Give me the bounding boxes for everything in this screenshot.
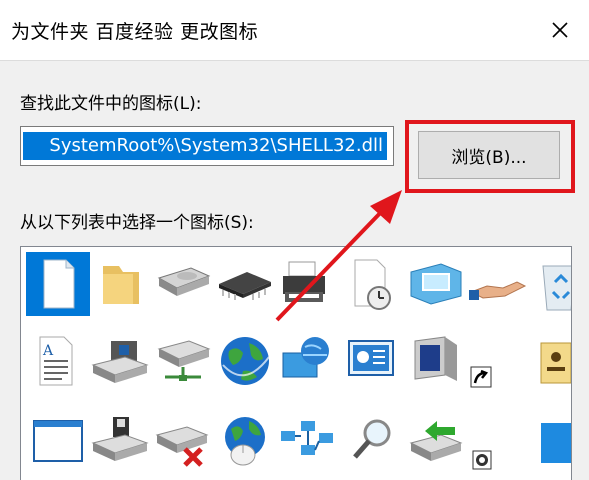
hand-share-icon[interactable] bbox=[467, 252, 531, 316]
monitor-moon-icon[interactable] bbox=[405, 329, 469, 393]
printer-icon[interactable] bbox=[275, 252, 339, 316]
shortcut-arrow-icon[interactable] bbox=[467, 329, 531, 393]
text-document-icon[interactable]: A bbox=[26, 329, 90, 393]
floppy-save-icon[interactable] bbox=[89, 409, 153, 473]
document-clock-icon[interactable] bbox=[341, 252, 405, 316]
window-icon[interactable] bbox=[26, 409, 90, 473]
blue-square-icon[interactable] bbox=[529, 409, 571, 473]
computer-drive-icon[interactable] bbox=[89, 329, 153, 393]
window-title: 为文件夹 百度经验 更改图标 bbox=[11, 21, 259, 43]
presentation-icon[interactable] bbox=[341, 329, 405, 393]
icon-list[interactable]: A bbox=[20, 246, 572, 480]
path-label: 查找此文件中的图标(L): bbox=[20, 94, 202, 114]
magnifier-icon[interactable] bbox=[341, 409, 405, 473]
control-panel-icon[interactable] bbox=[405, 252, 469, 316]
hard-drive-icon[interactable] bbox=[151, 252, 215, 316]
drive-delete-icon[interactable] bbox=[151, 409, 215, 473]
blank-document-icon[interactable] bbox=[26, 252, 90, 316]
close-icon bbox=[552, 22, 568, 38]
icon-file-path-input[interactable]: SystemRoot%\System32\SHELL32.dll bbox=[20, 126, 394, 166]
memory-chip-icon[interactable] bbox=[213, 252, 277, 316]
globe-mouse-icon[interactable] bbox=[213, 409, 277, 473]
close-button[interactable] bbox=[540, 10, 580, 50]
title-bar: 为文件夹 百度经验 更改图标 bbox=[0, 0, 589, 61]
path-value: SystemRoot%\System32\SHELL32.dll bbox=[49, 135, 383, 156]
network-drive-icon[interactable] bbox=[151, 329, 215, 393]
selected-text-highlight: SystemRoot%\System32\SHELL32.dll bbox=[23, 132, 387, 160]
globe-icon[interactable] bbox=[213, 329, 277, 393]
clock-badge-icon[interactable] bbox=[467, 409, 531, 473]
drive-back-icon[interactable] bbox=[405, 409, 469, 473]
icon-list-label: 从以下列表中选择一个图标(S): bbox=[20, 213, 254, 233]
svg-text:A: A bbox=[42, 343, 54, 359]
recycle-bin-icon[interactable] bbox=[529, 252, 571, 316]
network-link-icon[interactable] bbox=[275, 409, 339, 473]
network-globe-icon[interactable] bbox=[275, 329, 339, 393]
folder-icon[interactable] bbox=[89, 252, 153, 316]
cabinet-file-icon[interactable] bbox=[529, 329, 571, 393]
browse-button[interactable]: 浏览(B)... bbox=[418, 131, 560, 179]
